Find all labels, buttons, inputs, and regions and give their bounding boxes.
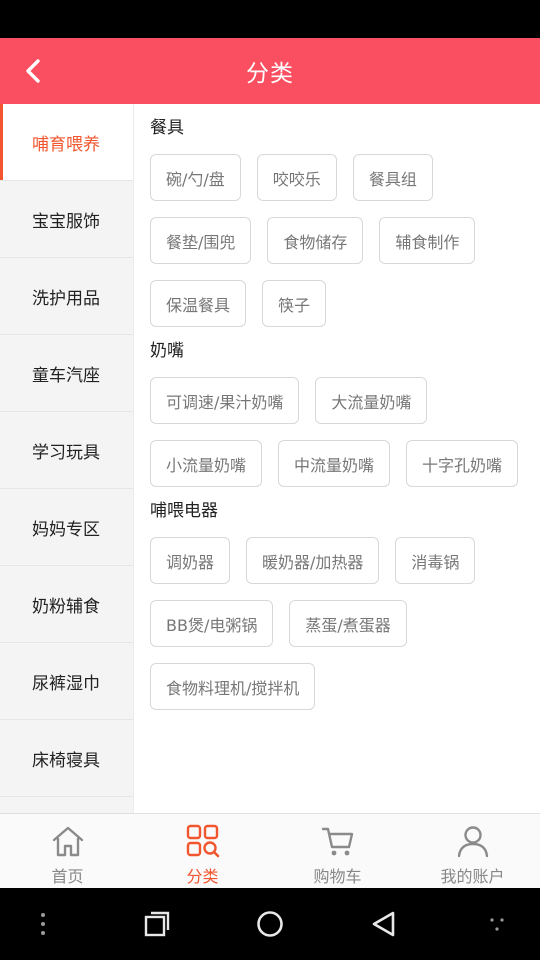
tag-list: 碗/勺/盘 咬咬乐 餐具组 餐垫/围兜 食物储存 辅食制作 保温餐具 筷子 xyxy=(150,144,540,343)
section-title: 奶嘴 xyxy=(150,341,184,361)
sidebar-item-label: 学习玩具 xyxy=(32,442,100,463)
tag-button[interactable]: 十字孔奶嘴 xyxy=(406,440,519,487)
tag-button[interactable]: 筷子 xyxy=(262,280,327,327)
home-icon xyxy=(52,826,83,857)
menu-button[interactable] xyxy=(28,909,58,939)
tag-button[interactable]: BB煲/电粥锅 xyxy=(150,600,274,647)
status-bar xyxy=(0,0,540,38)
tab-label: 我的账户 xyxy=(440,867,505,886)
chevron-left-icon xyxy=(26,59,40,83)
back-button[interactable] xyxy=(18,56,48,86)
tab-my-account[interactable]: 我的账户 xyxy=(405,814,540,888)
tag-button[interactable]: 食物料理机/搅拌机 xyxy=(150,663,316,710)
home-circle-icon xyxy=(257,911,283,937)
sidebar-item-label: 床椅寝具 xyxy=(32,750,100,771)
tag-button[interactable]: 咬咬乐 xyxy=(256,154,337,201)
tab-category[interactable]: 分类 xyxy=(135,814,270,888)
tag-button[interactable]: 碗/勺/盘 xyxy=(150,154,241,201)
sidebar-item-bedding[interactable]: 床椅寝具 xyxy=(0,720,133,797)
page-title: 分类 xyxy=(246,61,294,87)
tab-label: 首页 xyxy=(51,867,84,886)
sidebar-item-milk-powder[interactable]: 奶粉辅食 xyxy=(0,566,133,643)
sidebar-item-label: 尿裤湿巾 xyxy=(32,673,100,694)
sidebar-item-strollers[interactable]: 童车汽座 xyxy=(0,335,133,412)
user-icon xyxy=(457,826,488,858)
sidebar-item-care-products[interactable]: 洗护用品 xyxy=(0,258,133,335)
sidebar-item-label: 童车汽座 xyxy=(32,365,100,386)
sidebar-item-feeding[interactable]: 哺育喂养 xyxy=(0,104,133,181)
tag-button[interactable]: 暖奶器/加热器 xyxy=(246,537,380,584)
tag-button[interactable]: 餐垫/围兜 xyxy=(150,217,252,264)
more-vertical-icon xyxy=(41,913,45,935)
back-nav-button[interactable] xyxy=(369,909,399,939)
tag-button[interactable]: 调奶器 xyxy=(150,537,231,584)
tag-list: 可调速/果汁奶嘴 大流量奶嘴 小流量奶嘴 中流量奶嘴 十字孔奶嘴 xyxy=(150,367,540,503)
home-nav-button[interactable] xyxy=(255,909,285,939)
system-navigation-bar xyxy=(0,888,540,960)
sidebar-item-mom-zone[interactable]: 妈妈专区 xyxy=(0,489,133,566)
subcategory-panel: 餐具 碗/勺/盘 咬咬乐 餐具组 餐垫/围兜 食物储存 辅食制作 保温餐具 筷子… xyxy=(134,104,540,813)
sidebar-item-label: 洗护用品 xyxy=(32,288,100,309)
dots-icon xyxy=(490,918,504,931)
tag-button[interactable]: 小流量奶嘴 xyxy=(150,440,263,487)
back-triangle-icon xyxy=(372,911,394,937)
cart-icon xyxy=(321,827,353,856)
tab-label: 购物车 xyxy=(313,867,362,886)
tag-button[interactable]: 中流量奶嘴 xyxy=(278,440,391,487)
tag-button[interactable]: 食物储存 xyxy=(267,217,364,264)
recent-apps-button[interactable] xyxy=(142,909,172,939)
tag-button[interactable]: 可调速/果汁奶嘴 xyxy=(150,377,300,424)
header-bar: 分类 xyxy=(0,38,540,104)
bottom-tab-bar: 首页 分类 购物车 我的账户 xyxy=(0,813,540,888)
tag-button[interactable]: 大流量奶嘴 xyxy=(315,377,428,424)
section-title: 哺喂电器 xyxy=(150,501,218,521)
tag-button[interactable]: 保温餐具 xyxy=(150,280,247,327)
section-title: 餐具 xyxy=(150,118,184,138)
sidebar-item-diapers[interactable]: 尿裤湿巾 xyxy=(0,643,133,720)
sidebar-item-label: 妈妈专区 xyxy=(32,519,100,540)
tag-list: 调奶器 暖奶器/加热器 消毒锅 BB煲/电粥锅 蒸蛋/煮蛋器 食物料理机/搅拌机 xyxy=(150,527,540,726)
tag-button[interactable]: 餐具组 xyxy=(352,154,433,201)
tab-cart[interactable]: 购物车 xyxy=(270,814,405,888)
category-icon xyxy=(186,824,219,858)
recent-apps-icon xyxy=(144,911,169,937)
section-feeding-appliances: 哺喂电器 调奶器 暖奶器/加热器 消毒锅 BB煲/电粥锅 蒸蛋/煮蛋器 食物料理… xyxy=(150,501,540,726)
sidebar-item-label: 奶粉辅食 xyxy=(32,596,100,617)
sidebar-item-label: 宝宝服饰 xyxy=(32,211,100,232)
section-nipples: 奶嘴 可调速/果汁奶嘴 大流量奶嘴 小流量奶嘴 中流量奶嘴 十字孔奶嘴 xyxy=(150,341,540,503)
tag-button[interactable]: 辅食制作 xyxy=(379,217,476,264)
sidebar-item-toys[interactable]: 学习玩具 xyxy=(0,412,133,489)
assistant-button[interactable] xyxy=(482,909,512,939)
tab-label: 分类 xyxy=(186,867,219,886)
tab-home[interactable]: 首页 xyxy=(0,814,135,888)
sidebar-item-baby-clothing[interactable]: 宝宝服饰 xyxy=(0,181,133,258)
tag-button[interactable]: 蒸蛋/煮蛋器 xyxy=(289,600,407,647)
section-tableware: 餐具 碗/勺/盘 咬咬乐 餐具组 餐垫/围兜 食物储存 辅食制作 保温餐具 筷子 xyxy=(150,104,540,343)
sidebar-item-label: 哺育喂养 xyxy=(32,134,100,155)
category-sidebar: 哺育喂养 宝宝服饰 洗护用品 童车汽座 学习玩具 妈妈专区 奶粉辅食 尿裤湿巾 … xyxy=(0,104,134,813)
tag-button[interactable]: 消毒锅 xyxy=(395,537,476,584)
